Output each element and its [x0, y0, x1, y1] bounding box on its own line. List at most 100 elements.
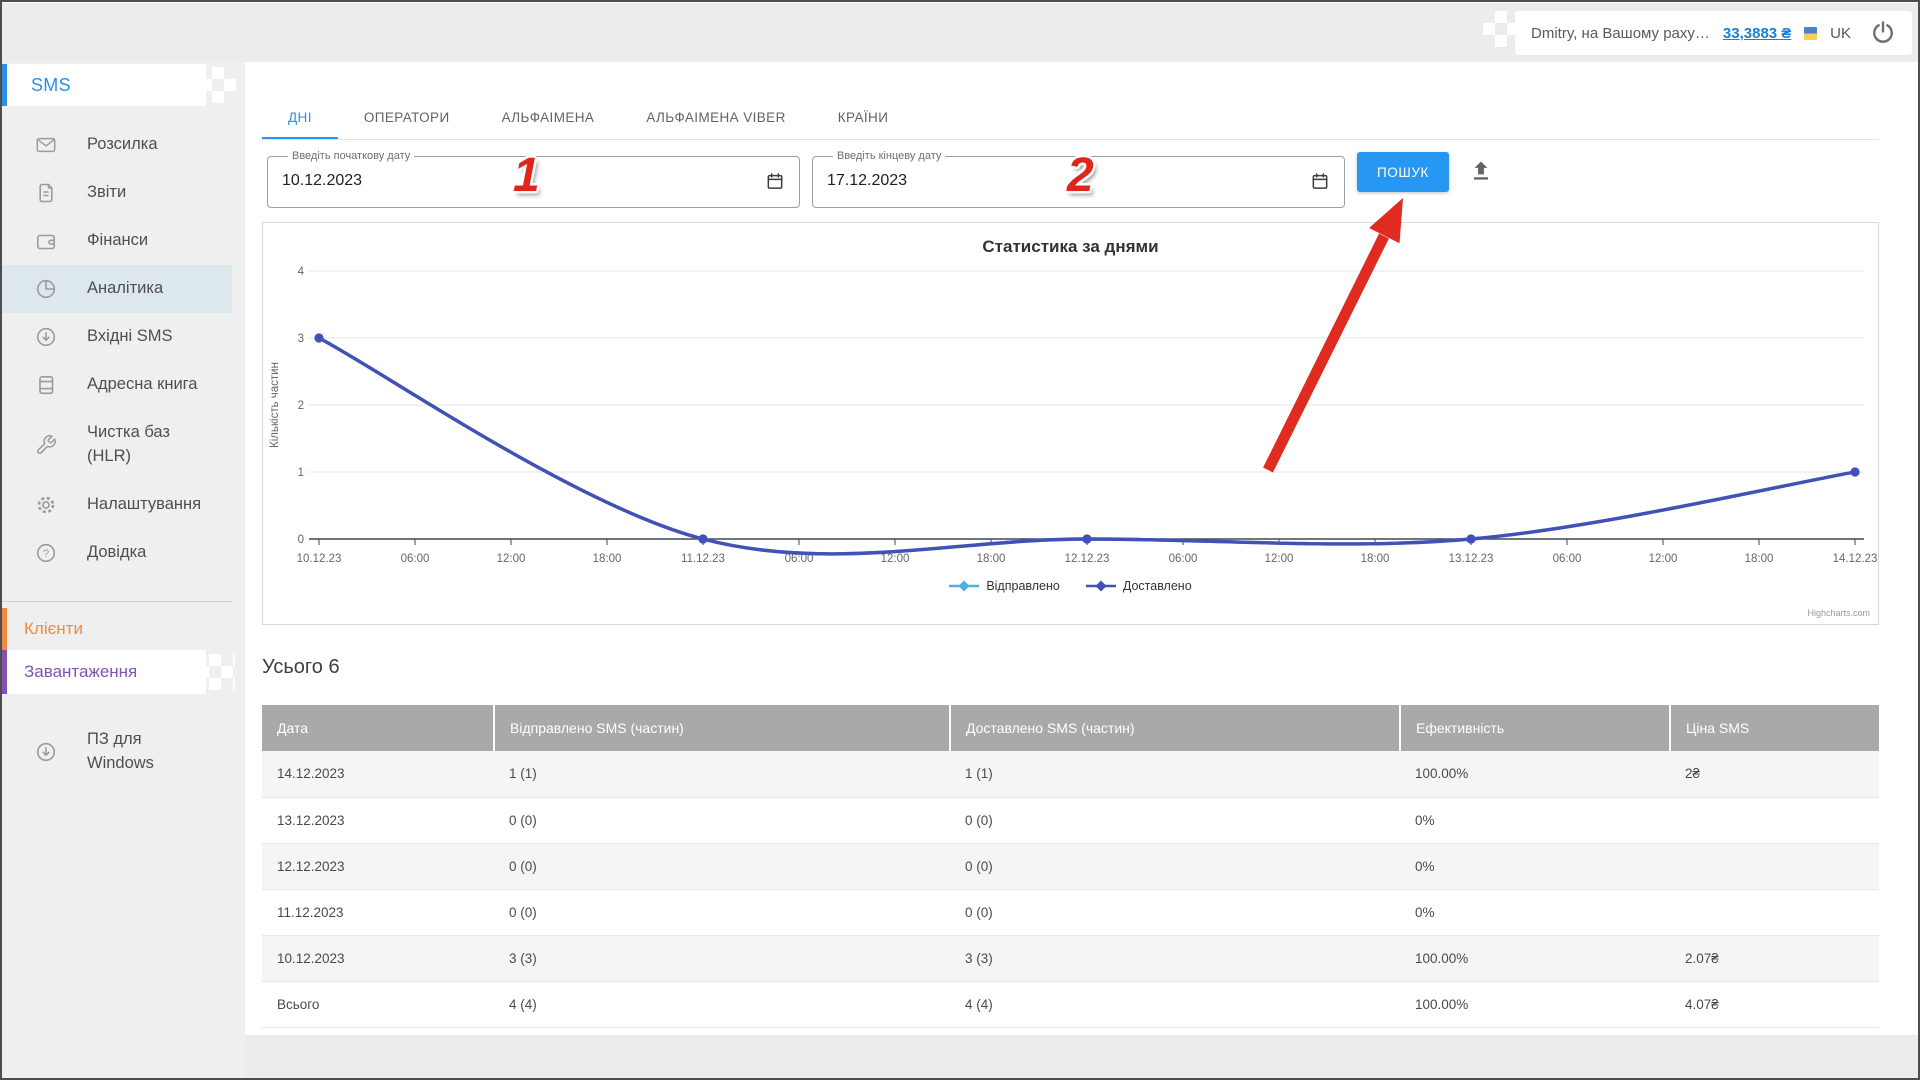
download-icon: [36, 742, 56, 762]
legend-marker-icon: [949, 580, 980, 592]
svg-text:11.12.23: 11.12.23: [681, 553, 725, 565]
legend-item[interactable]: Доставлено: [1085, 579, 1192, 593]
table-cell: 10.12.2023: [277, 950, 345, 966]
svg-text:13.12.23: 13.12.23: [1449, 553, 1494, 565]
table-row: 12.12.2023 0 (0) 0 (0) 0%: [262, 843, 1879, 889]
table-cell: 13.12.2023: [277, 812, 345, 828]
end-date-label: Введіть кінцеву дату: [837, 150, 942, 162]
table-cell: 1 (1): [965, 766, 993, 782]
language-selector[interactable]: UK: [1830, 25, 1851, 42]
table-cell: 4.07₴: [1685, 996, 1719, 1012]
table-cell: 0 (0): [509, 858, 537, 874]
svg-text:4: 4: [298, 266, 305, 278]
table-cell: 0%: [1415, 904, 1435, 920]
chart-container: Статистика за днями 10.12.23 06:00 12:00 18…: [262, 222, 1879, 625]
tab-alfaimena[interactable]: АЛЬФАІМЕНА: [476, 98, 621, 139]
gear-icon: [37, 496, 55, 514]
table-cell: [1670, 843, 1879, 889]
svg-text:14.12.23: 14.12.23: [1833, 553, 1878, 565]
table-cell: 4 (4): [509, 996, 537, 1012]
sidebar-item-vhidni-sms[interactable]: Вхідні SMS: [0, 313, 232, 361]
end-date-value[interactable]: 17.12.2023: [827, 172, 907, 190]
table-header-row: Дата Відправлено SMS (частин) Доставлено…: [262, 705, 1879, 751]
sidebar-item-dovidka[interactable]: ? Довідка: [0, 529, 232, 577]
decor-checker-pattern: [200, 67, 236, 103]
svg-text:18:00: 18:00: [593, 553, 622, 565]
top-bar: Dmitry, на Вашому раху… 33,3883 ₴ UK: [0, 0, 1920, 62]
ukraine-flag-icon: [1804, 26, 1818, 40]
chart-legend: Відправлено Доставлено: [263, 579, 1878, 593]
table-row: 14.12.2023 1 (1) 1 (1) 100.00% 2₴: [262, 751, 1879, 797]
table-cell: 0 (0): [965, 904, 993, 920]
address-book-icon: [39, 375, 54, 395]
svg-text:3: 3: [298, 333, 304, 345]
user-greeting: Dmitry, на Вашому раху…: [1531, 24, 1710, 42]
legend-item[interactable]: Відправлено: [949, 579, 1060, 593]
table-cell: 3 (3): [965, 950, 993, 966]
export-upload-icon[interactable]: [1467, 158, 1495, 186]
highcharts-credits[interactable]: Highcharts.com: [1807, 608, 1870, 618]
sidebar-item-downloads[interactable]: Завантаження: [0, 650, 235, 694]
main-content: ДНІ ОПЕРАТОРИ АЛЬФАІМЕНА АЛЬФАІМЕНА VIBE…: [245, 62, 1920, 1035]
sidebar-item-adresna-knyha[interactable]: Адресна книга: [0, 361, 232, 409]
total-summary-label: Усього 6: [262, 656, 340, 678]
sidebar-menu: Розсилка Звіти Фінанси Аналітика Вхідні …: [0, 121, 245, 577]
table-cell: 100.00%: [1415, 996, 1469, 1012]
svg-text:12.12.23: 12.12.23: [1065, 553, 1110, 565]
sidebar-item-windows-app[interactable]: ПЗ для Windows: [0, 728, 245, 776]
calendar-icon[interactable]: [765, 171, 785, 191]
sidebar-item-nalashtuvannia[interactable]: Налаштування: [0, 481, 232, 529]
mail-icon: [36, 137, 56, 153]
wallet-icon: [36, 234, 55, 250]
sidebar-item-zvity[interactable]: Звіти: [0, 169, 232, 217]
sidebar-item-rozsylka[interactable]: Розсилка: [0, 121, 232, 169]
sidebar: SMS Розсилка Звіти Фінанси Аналітика Вхі…: [0, 62, 245, 1080]
sidebar-item-analityka[interactable]: Аналітика: [0, 265, 232, 313]
svg-text:18:00: 18:00: [1745, 553, 1774, 565]
pie-chart-icon: [36, 279, 56, 299]
svg-text:10.12.23: 10.12.23: [297, 553, 342, 565]
sidebar-divider: [0, 601, 232, 602]
search-button[interactable]: ПОШУК: [1357, 152, 1449, 192]
report-icon: [39, 183, 53, 203]
tab-dni[interactable]: ДНІ: [262, 98, 338, 139]
col-sent: Відправлено SMS (частин): [493, 705, 950, 751]
table-cell: 2.07₴: [1685, 950, 1719, 966]
svg-text:06:00: 06:00: [1169, 553, 1198, 565]
tab-operatory[interactable]: ОПЕРАТОРИ: [338, 98, 476, 139]
svg-text:12:00: 12:00: [1649, 553, 1678, 565]
wrench-icon: [37, 435, 56, 454]
sidebar-item-sms[interactable]: SMS: [0, 64, 236, 106]
balance-link[interactable]: 33,3883 ₴: [1723, 25, 1791, 42]
sidebar-item-clients[interactable]: Клієнти: [0, 608, 232, 650]
table-row: 13.12.2023 0 (0) 0 (0) 0%: [262, 797, 1879, 843]
svg-text:18:00: 18:00: [1361, 553, 1390, 565]
table-cell: 4 (4): [965, 996, 993, 1012]
table-cell: 12.12.2023: [277, 858, 345, 874]
col-price: Ціна SMS: [1669, 705, 1879, 751]
table-cell: 0 (0): [965, 812, 993, 828]
svg-text:2: 2: [298, 400, 304, 412]
table-cell: 0%: [1415, 858, 1435, 874]
start-date-value[interactable]: 10.12.2023: [282, 172, 362, 190]
help-icon: ?: [36, 543, 56, 563]
table-row: 11.12.2023 0 (0) 0 (0) 0%: [262, 889, 1879, 935]
table-cell: 11.12.2023: [277, 904, 344, 920]
svg-text:06:00: 06:00: [1553, 553, 1582, 565]
svg-text:18:00: 18:00: [977, 553, 1006, 565]
svg-text:12:00: 12:00: [497, 553, 526, 565]
calendar-icon[interactable]: [1310, 171, 1330, 191]
svg-text:1: 1: [298, 467, 304, 479]
tab-alfaimena-viber[interactable]: АЛЬФАІМЕНА VIBER: [620, 98, 811, 139]
table-cell: 0%: [1415, 812, 1435, 828]
col-date: Дата: [262, 705, 494, 751]
tab-krainy[interactable]: КРАЇНИ: [812, 98, 915, 139]
table-cell: 2₴: [1685, 766, 1701, 782]
table-cell: [1670, 797, 1879, 843]
logout-icon[interactable]: [1870, 20, 1896, 46]
sidebar-item-chystka-baz[interactable]: Чистка баз (HLR): [0, 409, 232, 481]
sidebar-item-finansy[interactable]: Фінанси: [0, 217, 232, 265]
table-row: Всього 4 (4) 4 (4) 100.00% 4.07₴: [262, 981, 1879, 1027]
annotation-number-1: 1: [513, 149, 540, 202]
decor-checker-pattern: [1483, 11, 1519, 47]
